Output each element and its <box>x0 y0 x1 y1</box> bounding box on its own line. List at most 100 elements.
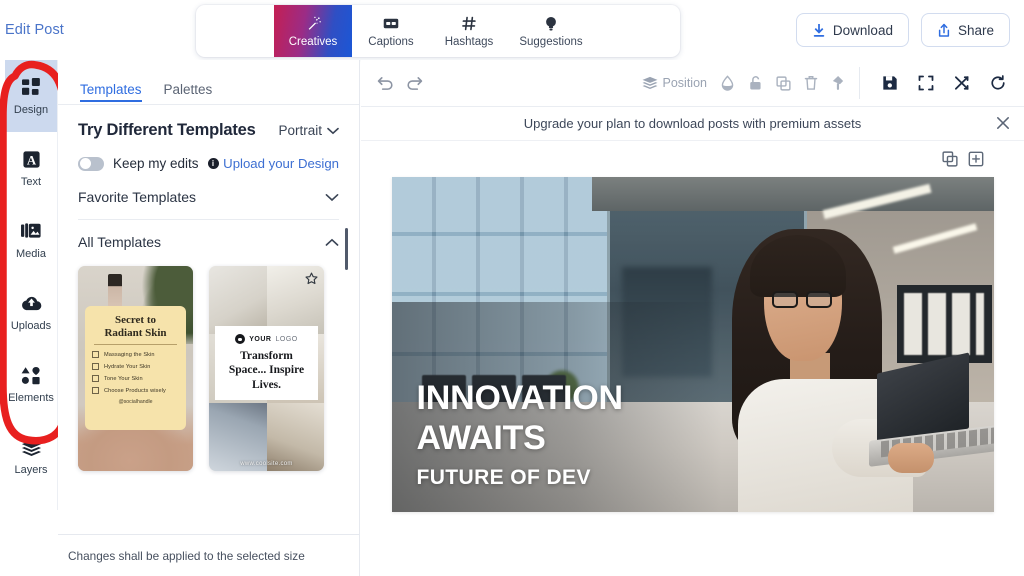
tab-captions[interactable]: Captions <box>352 5 430 57</box>
chevron-up-icon <box>325 238 339 247</box>
save-icon[interactable] <box>882 75 898 91</box>
upgrade-banner-text: Upgrade your plan to download posts with… <box>524 116 861 131</box>
artboard-subheadline: FUTURE OF DEV <box>417 466 623 490</box>
template-2-card: YOUR LOGO Transform Space... Inspire Liv… <box>215 326 318 400</box>
duplicate-page-icon[interactable] <box>942 151 958 167</box>
letter-a-icon: A <box>22 149 41 171</box>
canvas-toolbar-mid: Position <box>642 75 859 91</box>
sidebar-item-text[interactable]: A Text <box>5 132 57 204</box>
sidebar-item-media[interactable]: Media <box>5 204 57 276</box>
lightbulb-icon <box>544 14 558 33</box>
panel-title-row: Try Different Templates Portrait <box>78 121 339 140</box>
redo-icon[interactable] <box>406 76 423 91</box>
tab-palettes[interactable]: Palettes <box>164 82 213 102</box>
color-drop-icon[interactable] <box>720 75 735 91</box>
template-2-logo: YOUR LOGO <box>235 334 297 344</box>
checkbox-icon <box>92 387 99 394</box>
sidebar-item-design[interactable]: Design <box>5 60 57 132</box>
chevron-down-icon <box>325 193 339 202</box>
sidebar-item-uploads[interactable]: Uploads <box>5 276 57 348</box>
artboard-text-block[interactable]: INNOVATION AWAITS FUTURE OF DEV <box>417 378 623 490</box>
panel-tab-bar: Templates Palettes <box>58 60 359 102</box>
template-2-tile <box>209 266 267 334</box>
keep-edits-group: Keep my edits i <box>78 156 219 171</box>
orientation-value: Portrait <box>278 123 322 138</box>
reset-icon[interactable] <box>990 75 1006 91</box>
favorite-star-icon[interactable] <box>305 272 318 285</box>
template-1-rule <box>94 344 177 345</box>
tab-creatives[interactable]: Creatives <box>274 5 352 57</box>
sidebar-item-media-label: Media <box>16 248 46 260</box>
template-2-heading-line3: Lives. <box>229 378 304 392</box>
unlock-icon[interactable] <box>748 75 763 91</box>
sidebar-item-layers-label: Layers <box>14 464 47 476</box>
upload-design-link[interactable]: Upload your Design <box>223 156 339 171</box>
left-sidebar: Design A Text Media <box>5 60 58 510</box>
panel-divider <box>58 104 359 105</box>
close-icon[interactable] <box>996 116 1010 130</box>
orientation-dropdown[interactable]: Portrait <box>278 123 339 138</box>
template-card-interior[interactable]: YOUR LOGO Transform Space... Inspire Liv… <box>209 266 324 471</box>
template-1-item-label: Hydrate Your Skin <box>104 364 150 370</box>
all-templates-label: All Templates <box>78 234 161 250</box>
layers-position-icon <box>642 76 658 90</box>
template-2-heading-line1: Transform <box>229 349 304 363</box>
template-2-url: www.coolsite.com <box>209 461 324 467</box>
artboard-headline-line2: AWAITS <box>417 418 623 458</box>
all-templates-accordion[interactable]: All Templates <box>78 234 339 258</box>
position-label: Position <box>663 76 707 90</box>
template-1-handle: @socialhandle <box>92 399 179 405</box>
photo-person-glasses <box>772 291 834 308</box>
canvas-stage: Position <box>361 60 1024 576</box>
canvas-toolbar: Position <box>361 60 1024 107</box>
tab-templates[interactable]: Templates <box>80 82 142 102</box>
design-artboard[interactable]: INNOVATION AWAITS FUTURE OF DEV <box>392 177 994 512</box>
panel-scrollbar-thumb[interactable] <box>345 228 349 270</box>
download-button[interactable]: Download <box>796 13 909 47</box>
checkbox-icon <box>92 375 99 382</box>
template-1-item: Massaging the Skin <box>92 351 179 358</box>
checkbox-icon <box>92 363 99 370</box>
keep-edits-label: Keep my edits <box>113 156 199 171</box>
favorite-templates-label: Favorite Templates <box>78 189 196 205</box>
template-grid: Secret to Radiant Skin Massaging the Ski… <box>78 266 339 471</box>
info-icon[interactable]: i <box>208 158 219 169</box>
shapes-icon <box>21 365 41 387</box>
undo-icon[interactable] <box>377 76 394 91</box>
position-button[interactable]: Position <box>642 76 707 90</box>
favorite-templates-accordion[interactable]: Favorite Templates <box>78 189 339 220</box>
fullscreen-icon[interactable] <box>918 75 934 91</box>
sidebar-item-elements[interactable]: Elements <box>5 348 57 420</box>
template-1-heading-line1: Secret to <box>92 314 179 327</box>
logo-mark-icon <box>235 334 245 344</box>
top-bar: Edit Post Creatives <box>0 0 1024 60</box>
sidebar-item-design-label: Design <box>14 104 48 116</box>
closed-caption-icon <box>383 14 399 33</box>
checkbox-icon <box>92 351 99 358</box>
hashtag-icon <box>461 14 477 33</box>
photo-person <box>692 229 927 512</box>
magic-eraser-icon[interactable] <box>831 75 845 91</box>
template-2-heading-line2: Space... Inspire <box>229 363 304 377</box>
trash-icon[interactable] <box>804 75 818 91</box>
tab-hashtags[interactable]: Hashtags <box>430 5 508 57</box>
panel-title: Try Different Templates <box>78 121 256 140</box>
app-root: Edit Post Creatives <box>0 0 1024 576</box>
download-label: Download <box>833 23 893 38</box>
template-1-item-label: Massaging the Skin <box>104 352 155 358</box>
share-button[interactable]: Share <box>921 13 1010 47</box>
keep-edits-toggle[interactable] <box>78 157 104 171</box>
page-tools <box>361 141 1024 173</box>
layers-icon <box>21 437 42 459</box>
mode-tab-bar: Creatives Captions <box>196 5 680 57</box>
shuffle-icon[interactable] <box>954 75 970 91</box>
canvas-toolbar-right <box>860 75 1024 91</box>
add-page-icon[interactable] <box>968 151 984 167</box>
sidebar-item-layers[interactable]: Layers <box>5 420 57 492</box>
sidebar-item-uploads-label: Uploads <box>11 320 51 332</box>
duplicate-icon[interactable] <box>776 76 791 91</box>
tab-suggestions[interactable]: Suggestions <box>508 5 594 57</box>
template-2-logo-bold: YOUR <box>249 336 271 343</box>
edit-post-title: Edit Post <box>5 22 64 38</box>
template-card-skincare[interactable]: Secret to Radiant Skin Massaging the Ski… <box>78 266 193 471</box>
